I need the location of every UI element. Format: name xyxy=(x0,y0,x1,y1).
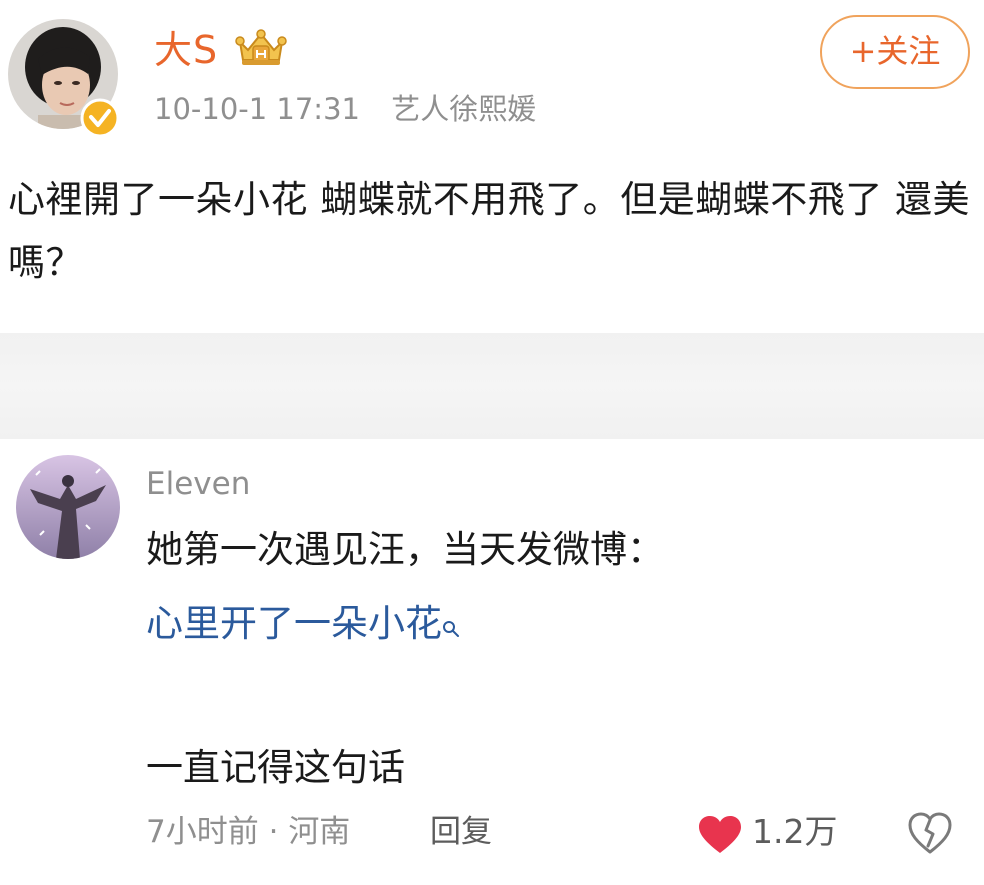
meta-separator: · xyxy=(268,814,279,850)
comment-text-line: 她第一次遇见汪，当天发微博： xyxy=(146,528,664,571)
reply-button[interactable]: 回复 xyxy=(430,811,492,853)
comment-item: Eleven 她第一次遇见汪，当天发微博： 心里开了一朵小花 一直记得这句话 7… xyxy=(0,439,984,885)
post-meta: 10-10-1 17:31 艺人徐熙媛 xyxy=(154,90,536,128)
search-icon xyxy=(442,603,460,637)
comment-time: 7小时前 xyxy=(146,814,259,850)
crown-vip-icon xyxy=(234,28,288,68)
topic-link-text[interactable]: 心里开了一朵小花 xyxy=(146,602,442,645)
comment-text-line: 一直记得这句话 xyxy=(146,746,405,789)
comment-location: 河南 xyxy=(288,814,351,850)
follow-button[interactable]: +关注 xyxy=(820,15,970,89)
heart-icon[interactable] xyxy=(697,815,743,855)
like-count: 1.2万 xyxy=(752,812,838,851)
commenter-avatar[interactable] xyxy=(16,455,120,559)
verified-badge-icon xyxy=(80,98,120,138)
section-divider xyxy=(0,333,984,439)
commenter-name[interactable]: Eleven xyxy=(146,464,250,504)
post-body-text: 心裡開了一朵小花 蝴蝶就不用飛了。但是蝴蝶不飛了 還美嗎？ xyxy=(8,178,971,284)
post-timestamp: 10-10-1 17:31 xyxy=(154,92,360,126)
author-name[interactable]: 大S xyxy=(154,27,218,73)
broken-heart-icon[interactable] xyxy=(907,812,953,856)
comment-meta: 7小时前 · 河南 xyxy=(146,811,350,853)
topic-search-link[interactable]: 心里开了一朵小花 xyxy=(146,601,460,647)
weibo-post: 大S 10-10-1 17:31 艺人徐熙媛 +关注 心裡開了一朵小花 蝴蝶就不… xyxy=(0,0,984,333)
post-source: 艺人徐熙媛 xyxy=(391,92,537,126)
